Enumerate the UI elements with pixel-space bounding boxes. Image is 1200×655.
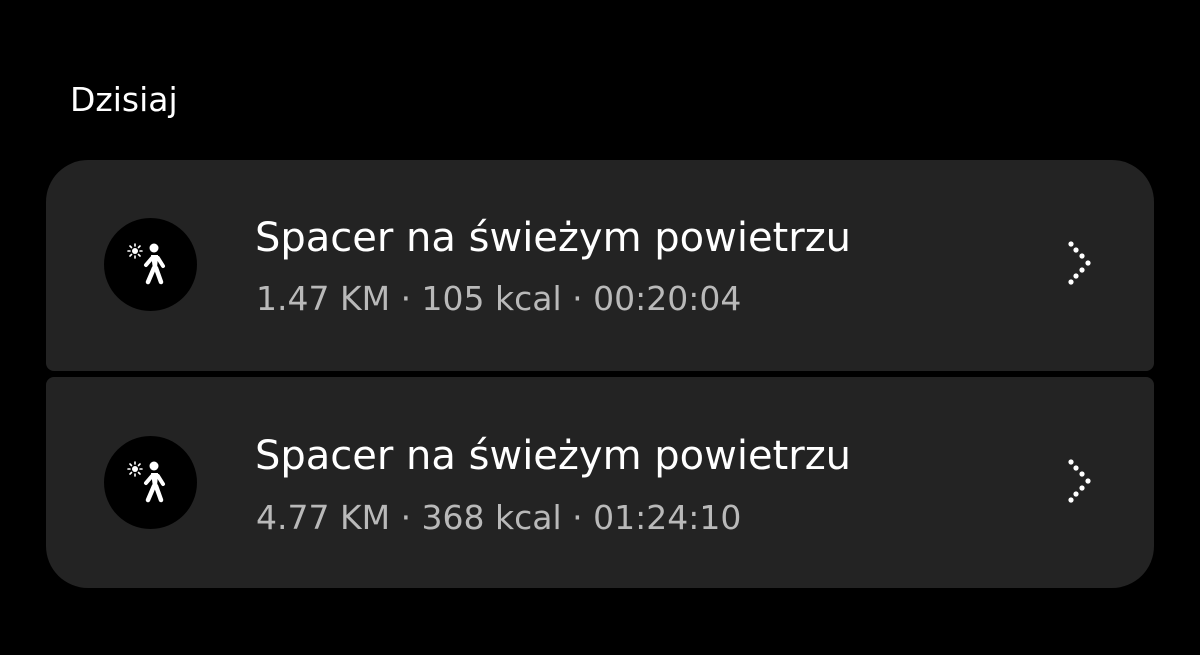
- section-title-today: Dzisiaj: [70, 80, 178, 119]
- walking-outdoor-icon: [104, 218, 197, 311]
- activity-list: Spacer na świeżym powietrzu 1.47 KM · 10…: [46, 160, 1154, 588]
- walking-outdoor-icon: [104, 436, 197, 529]
- activity-stats: 1.47 KM · 105 kcal · 00:20:04: [256, 279, 742, 318]
- activity-stats: 4.77 KM · 368 kcal · 01:24:10: [256, 498, 742, 537]
- chevron-right-icon[interactable]: [1066, 240, 1096, 288]
- activity-title: Spacer na świeżym powietrzu: [255, 215, 852, 261]
- activity-card[interactable]: Spacer na świeżym powietrzu 4.77 KM · 36…: [46, 377, 1154, 588]
- activity-card[interactable]: Spacer na świeżym powietrzu 1.47 KM · 10…: [46, 160, 1154, 371]
- activity-title: Spacer na świeżym powietrzu: [255, 433, 852, 479]
- chevron-right-icon[interactable]: [1066, 458, 1096, 506]
